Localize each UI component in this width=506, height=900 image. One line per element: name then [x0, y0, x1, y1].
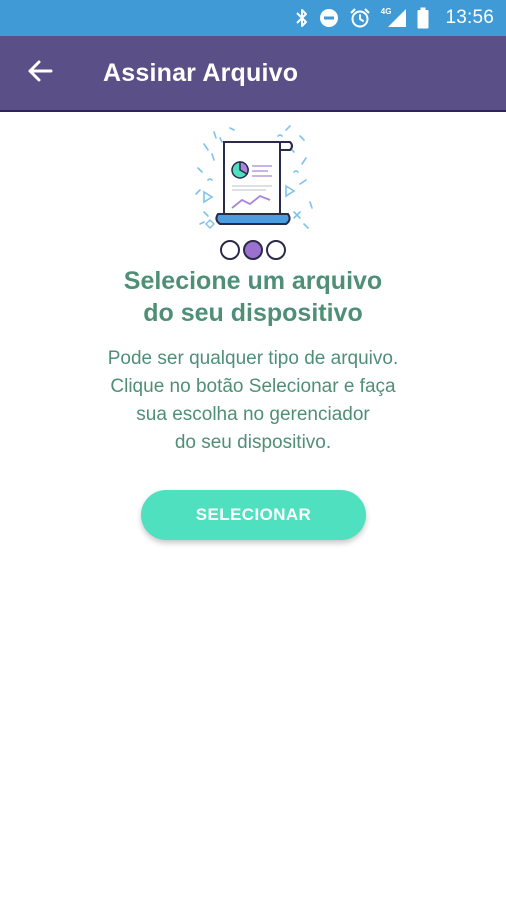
select-button[interactable]: SELECIONAR [141, 490, 366, 540]
status-bar: 4G 13:56 [0, 0, 506, 36]
description: Pode ser qualquer tipo de arquivo. Cliqu… [0, 345, 506, 457]
bluetooth-icon [295, 8, 309, 28]
pager-dot-2-active [243, 240, 263, 260]
back-button[interactable] [15, 48, 65, 98]
status-icons: 4G 13:56 [295, 0, 494, 36]
alarm-icon [349, 7, 371, 29]
description-line-4: do seu dispositivo. [174, 432, 332, 453]
description-line-1: Pode ser qualquer tipo de arquivo. [107, 348, 399, 369]
pager-dot-1 [220, 240, 240, 260]
signal-icon: 4G [380, 6, 408, 28]
app-bar: Assinar Arquivo [0, 36, 506, 112]
arrow-left-icon [27, 59, 53, 88]
pager-dot-3 [266, 240, 286, 260]
document-chart-icon [195, 125, 313, 260]
battery-icon [417, 7, 429, 29]
headline-line-2: do seu dispositivo [143, 299, 363, 327]
network-label: 4G [380, 6, 392, 16]
do-not-disturb-icon [319, 8, 339, 28]
headline: Selecione um arquivo do seu dispositivo [0, 265, 506, 329]
description-line-3: sua escolha no gerenciador [136, 404, 370, 425]
status-time: 13:56 [445, 7, 494, 28]
page-title: Assinar Arquivo [103, 58, 299, 87]
description-line-2: Clique no botão Selecionar e faça [110, 376, 396, 397]
headline-line-1: Selecione um arquivo [123, 267, 383, 295]
select-button-label: SELECIONAR [195, 505, 312, 524]
illustration [190, 124, 316, 264]
